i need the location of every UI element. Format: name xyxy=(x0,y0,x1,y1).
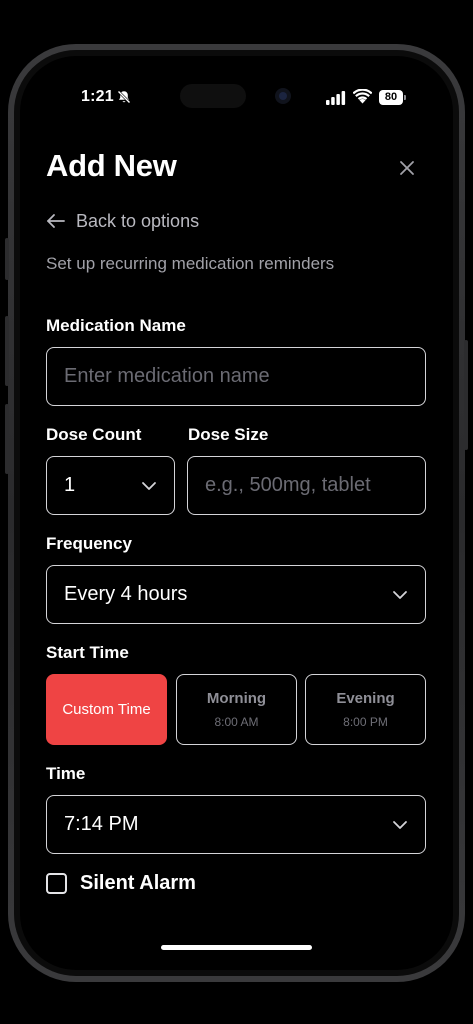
evening-label: Evening xyxy=(336,690,395,707)
evening-time: 8:00 PM xyxy=(343,715,388,729)
close-icon[interactable] xyxy=(398,159,416,177)
frequency-value: Every 4 hours xyxy=(64,583,188,605)
power-button xyxy=(464,340,468,450)
signal-icon xyxy=(326,91,346,105)
bell-slash-icon xyxy=(117,90,131,104)
battery-icon: 80 xyxy=(379,90,406,105)
back-to-options-link[interactable]: Back to options xyxy=(46,209,199,233)
dose-count-label: Dose Count xyxy=(46,425,142,444)
time-value: 7:14 PM xyxy=(64,813,139,835)
page-title: Add New xyxy=(46,148,177,183)
dose-count-select[interactable]: 1 xyxy=(46,456,175,515)
time-select[interactable]: 7:14 PM xyxy=(46,795,426,854)
arrow-left-icon xyxy=(47,214,65,228)
morning-option[interactable]: Morning 8:00 AM xyxy=(176,674,297,745)
silent-alarm-checkbox[interactable] xyxy=(46,873,67,894)
frequency-select[interactable]: Every 4 hours xyxy=(46,565,426,624)
silent-alarm-label: Silent Alarm xyxy=(80,872,196,894)
back-link-label: Back to options xyxy=(76,210,200,231)
battery-tip xyxy=(404,95,406,100)
medication-name-input[interactable] xyxy=(46,347,426,406)
page-subtitle: Set up recurring medication reminders xyxy=(46,254,335,273)
volume-down-button xyxy=(5,404,9,474)
dose-size-input[interactable] xyxy=(187,456,426,515)
custom-time-label: Custom Time xyxy=(62,701,151,718)
dynamic-island xyxy=(180,84,246,108)
morning-time: 8:00 AM xyxy=(214,715,259,729)
action-button xyxy=(5,238,9,280)
custom-time-option[interactable]: Custom Time xyxy=(46,674,167,745)
home-indicator[interactable] xyxy=(161,945,312,950)
status-time: 1:21 xyxy=(81,88,114,105)
chevron-down-icon xyxy=(142,481,156,490)
battery-level: 80 xyxy=(379,90,403,105)
wifi-icon xyxy=(353,89,372,104)
start-time-label: Start Time xyxy=(46,643,129,662)
medication-name-label: Medication Name xyxy=(46,316,186,335)
front-camera xyxy=(275,88,291,104)
evening-option[interactable]: Evening 8:00 PM xyxy=(305,674,426,745)
dose-size-label: Dose Size xyxy=(188,425,269,444)
volume-up-button xyxy=(5,316,9,386)
time-label: Time xyxy=(46,764,86,783)
frequency-label: Frequency xyxy=(46,534,132,553)
chevron-down-icon xyxy=(393,590,407,599)
chevron-down-icon xyxy=(393,820,407,829)
dose-count-value: 1 xyxy=(64,474,76,496)
morning-label: Morning xyxy=(206,690,267,707)
